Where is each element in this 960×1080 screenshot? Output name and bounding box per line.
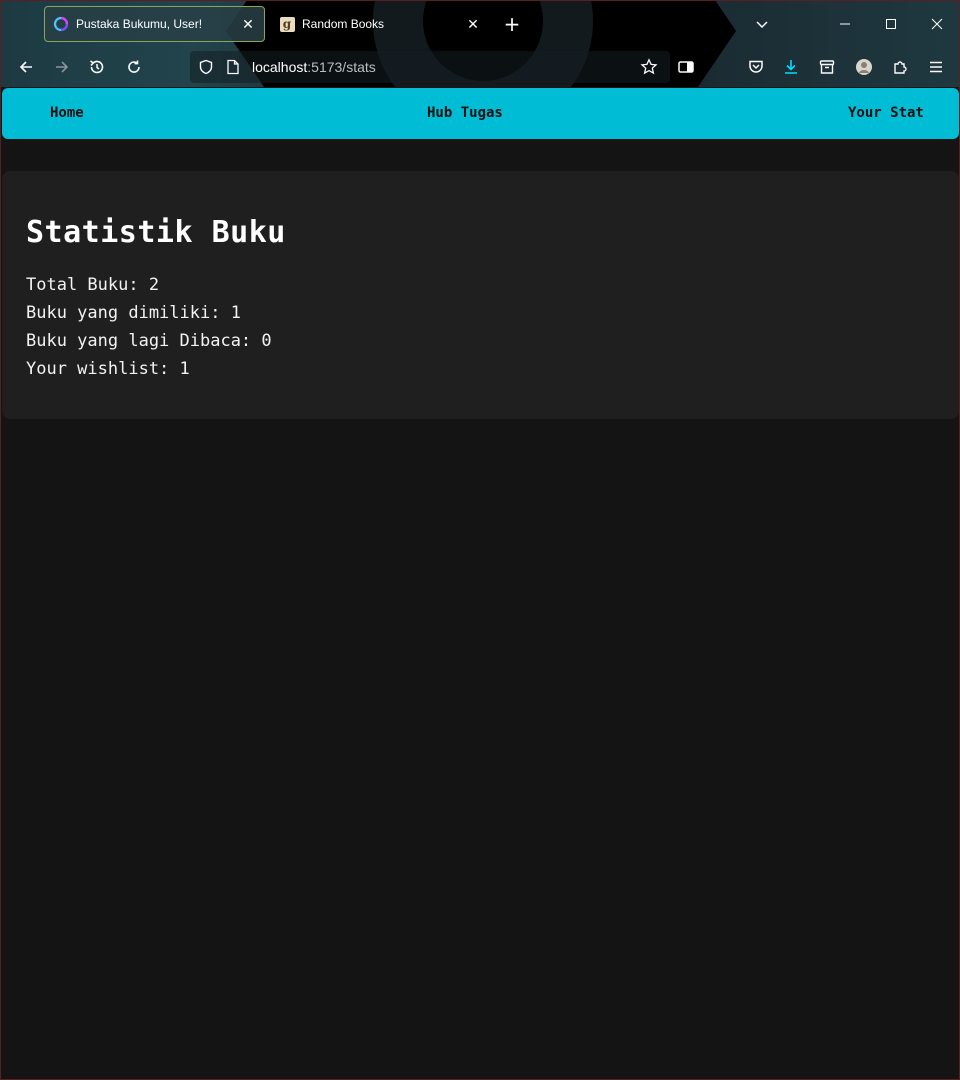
- tab-title: Pustaka Bukumu, User!: [76, 17, 203, 31]
- tab-title: Random Books: [302, 17, 385, 31]
- minimize-button[interactable]: [830, 9, 860, 39]
- stat-label: Your wishlist:: [26, 359, 170, 379]
- close-icon[interactable]: ✕: [236, 12, 260, 36]
- stat-total-buku: Total Buku: 2: [26, 275, 159, 295]
- tab-random-books[interactable]: g Random Books ✕: [271, 6, 489, 42]
- stat-value: 1: [179, 359, 190, 379]
- stat-value: 2: [148, 275, 160, 295]
- bookmark-star-icon[interactable]: [640, 58, 658, 80]
- page-content: Home Hub Tugas Your Stat Statistik Buku …: [1, 87, 959, 1079]
- download-icon[interactable]: [778, 54, 804, 80]
- stat-label: Buku yang lagi Dibaca:: [26, 331, 252, 351]
- page-icon[interactable]: [226, 59, 240, 79]
- pocket-icon[interactable]: [743, 54, 769, 80]
- new-tab-button[interactable]: +: [500, 12, 524, 36]
- container-icon[interactable]: [814, 54, 840, 80]
- nav-hub-tugas-link[interactable]: Hub Tugas: [427, 88, 503, 139]
- nav-your-stat-link[interactable]: Your Stat: [848, 88, 924, 139]
- back-button[interactable]: [13, 54, 39, 80]
- stat-wishlist: Your wishlist: 1: [26, 359, 190, 379]
- maximize-button[interactable]: [876, 9, 906, 39]
- close-window-button[interactable]: [922, 9, 952, 39]
- stat-buku-dibaca: Buku yang lagi Dibaca: 0: [26, 331, 272, 351]
- stat-buku-dimiliki: Buku yang dimiliki: 1: [26, 303, 241, 323]
- stat-value: 1: [230, 303, 241, 323]
- browser-window: Pustaka Bukumu, User! ✕ g Random Books ✕…: [0, 0, 960, 1080]
- spinner-icon: [53, 16, 69, 32]
- url-host: localhost: [252, 59, 308, 75]
- close-icon[interactable]: ✕: [461, 12, 485, 36]
- stat-label: Buku yang dimiliki:: [26, 303, 221, 323]
- stats-card: Statistik Buku Total Buku: 2 Buku yang d…: [2, 171, 959, 419]
- sidebar-toggle-icon[interactable]: [673, 54, 699, 80]
- browser-chrome: Pustaka Bukumu, User! ✕ g Random Books ✕…: [1, 1, 959, 87]
- shield-icon[interactable]: [198, 59, 214, 79]
- tab-pustaka[interactable]: Pustaka Bukumu, User! ✕: [44, 6, 265, 42]
- history-icon[interactable]: [84, 54, 110, 80]
- forward-button[interactable]: [49, 54, 75, 80]
- stat-value: 0: [261, 331, 272, 351]
- account-avatar-icon[interactable]: [851, 54, 877, 80]
- reload-icon[interactable]: [121, 54, 147, 80]
- extensions-icon[interactable]: [887, 54, 913, 80]
- goodreads-icon: g: [279, 16, 295, 32]
- tab-list-button[interactable]: [747, 9, 777, 39]
- url-text[interactable]: localhost:5173/stats: [252, 51, 376, 83]
- page-title: Statistik Buku: [26, 215, 286, 250]
- menu-icon[interactable]: [923, 54, 949, 80]
- url-path: :5173/stats: [307, 59, 376, 75]
- stat-label: Total Buku:: [26, 275, 139, 295]
- nav-home-link[interactable]: Home: [50, 88, 84, 139]
- top-navbar: Home Hub Tugas Your Stat: [2, 88, 959, 139]
- url-bar[interactable]: localhost:5173/stats: [190, 51, 670, 83]
